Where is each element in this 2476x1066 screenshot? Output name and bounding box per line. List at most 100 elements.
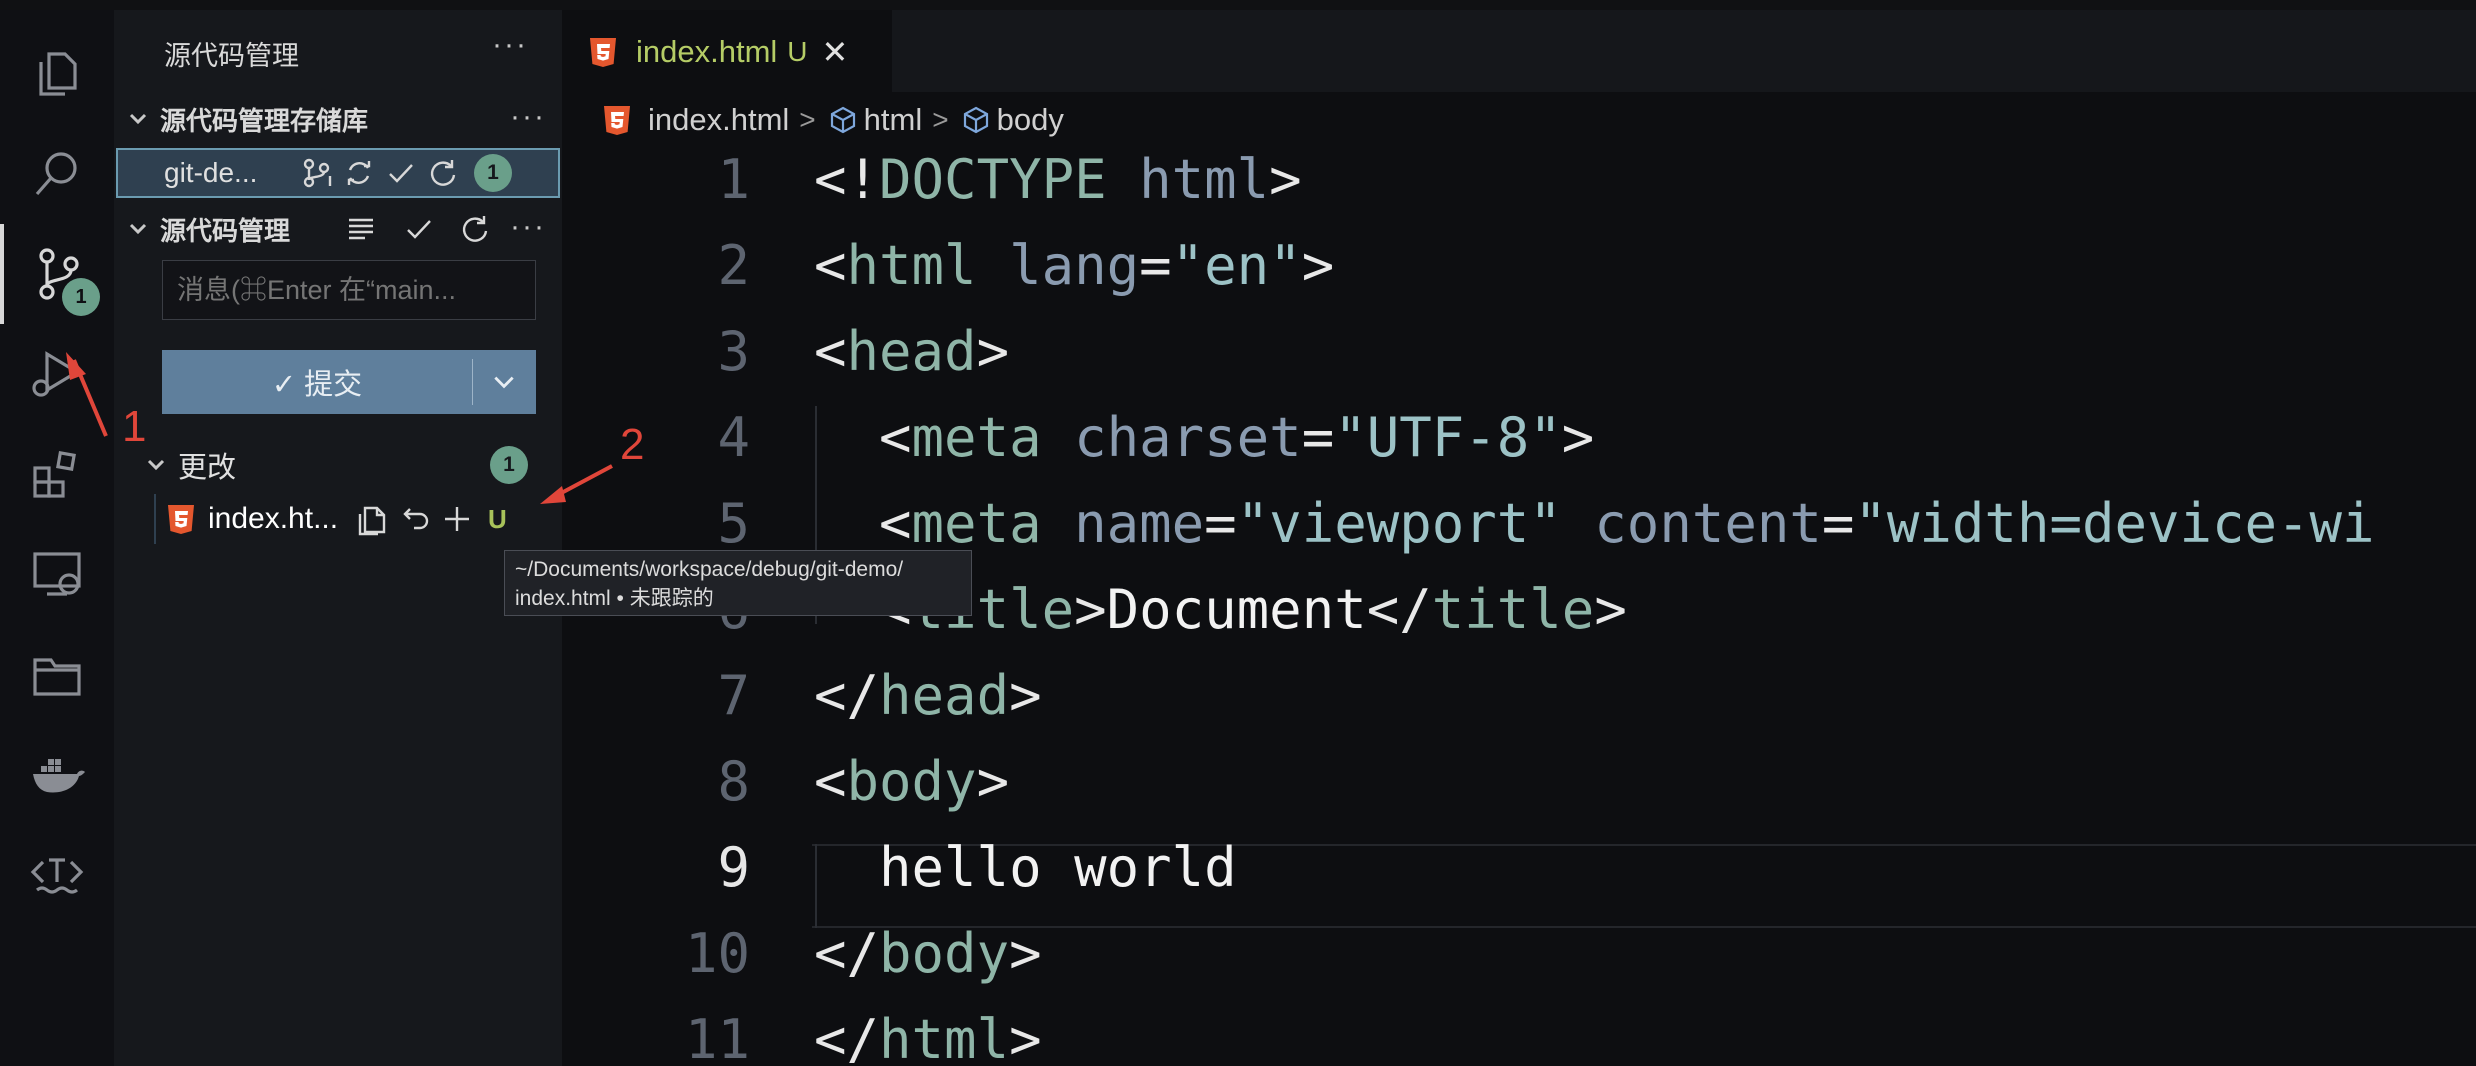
code-token: > xyxy=(1594,578,1627,641)
refresh-icon[interactable] xyxy=(458,212,492,246)
tooltip-path: ~/Documents/workspace/debug/git-demo/ xyxy=(515,558,904,581)
code-line-10: </body> xyxy=(814,922,1042,985)
code-line-9: hello world xyxy=(814,836,1237,899)
scm-more-button[interactable]: ··· xyxy=(510,210,546,244)
code-token: </ xyxy=(814,664,880,727)
discard-changes-icon[interactable] xyxy=(398,502,432,536)
run-debug-activity[interactable] xyxy=(0,324,114,424)
commit-message-input[interactable] xyxy=(162,260,536,320)
code-token: </ xyxy=(1366,578,1432,641)
code-token: > xyxy=(1269,148,1302,211)
code-line-3: <head> xyxy=(814,320,1009,383)
check-icon[interactable] xyxy=(384,156,418,190)
code-token: name xyxy=(1074,492,1205,555)
repositories-more-button[interactable]: ··· xyxy=(510,100,546,134)
tab-status: U xyxy=(787,36,808,67)
remote-explorer-icon xyxy=(33,552,81,596)
breadcrumb-body[interactable]: body xyxy=(997,102,1064,138)
code-token: > xyxy=(976,320,1010,383)
code-token: "viewport" xyxy=(1236,492,1562,555)
chevron-down-icon xyxy=(494,376,514,389)
source-control-activity[interactable]: 1 xyxy=(0,224,114,324)
breadcrumb-file[interactable]: index.html xyxy=(648,102,789,138)
changed-file-row[interactable]: index.ht... U xyxy=(154,494,562,544)
code-token: body xyxy=(846,750,977,813)
line-number: 3 xyxy=(717,320,750,383)
sidebar-more-button[interactable]: ··· xyxy=(492,28,528,62)
code-token: < xyxy=(814,320,847,383)
code-token: = xyxy=(1139,234,1172,297)
branch-icon[interactable] xyxy=(300,156,334,190)
changes-count-badge: 1 xyxy=(490,446,528,484)
template-activity[interactable] xyxy=(0,824,114,924)
commit-check-icon[interactable] xyxy=(402,212,436,246)
code-token: </ xyxy=(814,922,880,985)
symbol-element-icon xyxy=(830,106,855,134)
code-line-4: <meta charset="UTF-8"> xyxy=(814,406,1594,469)
open-file-icon[interactable] xyxy=(356,502,390,536)
tooltip-file-status: index.html • 未跟踪的 xyxy=(515,587,714,610)
code-line-11: </html> xyxy=(814,1008,1042,1066)
code-line-2: <html lang="en"> xyxy=(814,234,1334,297)
view-as-list-icon[interactable] xyxy=(344,212,378,246)
repository-changes-badge: 1 xyxy=(474,154,512,192)
html5-file-icon xyxy=(604,106,630,135)
repositories-section-header[interactable]: 源代码管理存储库 ··· xyxy=(114,96,562,142)
repositories-section-label: 源代码管理存储库 xyxy=(160,105,369,136)
sync-icon[interactable] xyxy=(342,156,376,190)
refresh-icon[interactable] xyxy=(426,156,460,190)
scm-section-label: 源代码管理 xyxy=(160,215,291,246)
code-line-8: <body> xyxy=(814,750,1009,813)
tab-close-button[interactable]: ✕ xyxy=(822,33,849,71)
file-path-tooltip: ~/Documents/workspace/debug/git-demo/ in… xyxy=(504,550,972,616)
repository-row[interactable]: git-de... 1 xyxy=(116,148,560,198)
extensions-icon xyxy=(33,451,76,498)
code-line-7: </head> xyxy=(814,664,1042,727)
folder-activity[interactable] xyxy=(0,624,114,724)
editor-tab-bar: index.html U ✕ xyxy=(562,10,2476,94)
code-token: < xyxy=(814,234,847,297)
code-token: lang xyxy=(1009,234,1140,297)
code-token: "width=device-wi xyxy=(1854,492,2375,555)
chevron-down-icon xyxy=(147,459,165,471)
breadcrumb-html[interactable]: html xyxy=(864,102,923,138)
window-top-strip xyxy=(0,0,2476,10)
remote-explorer-activity[interactable] xyxy=(0,524,114,624)
extensions-activity[interactable] xyxy=(0,424,114,524)
breadcrumb-separator: > xyxy=(799,104,816,135)
line-number: 4 xyxy=(717,406,750,469)
code-token: > xyxy=(1009,1008,1042,1066)
changes-group-label: 更改 xyxy=(178,452,237,484)
commit-button[interactable]: ✓ 提交 xyxy=(162,350,536,414)
code-token: html xyxy=(846,234,977,297)
chevron-down-icon xyxy=(129,113,147,125)
line-number: 10 xyxy=(684,922,750,985)
code-token: head xyxy=(879,664,1010,727)
code-token: = xyxy=(1821,492,1855,555)
search-icon xyxy=(35,152,77,196)
code-token: meta xyxy=(911,492,1042,555)
code-token: head xyxy=(846,320,977,383)
chevron-down-icon xyxy=(129,223,147,235)
line-number: 5 xyxy=(717,492,750,555)
html5-file-icon xyxy=(590,38,616,67)
changes-group-header[interactable]: 更改 1 xyxy=(114,440,562,490)
code-token: > xyxy=(1074,578,1107,641)
scm-section-header[interactable]: 源代码管理 ··· xyxy=(114,206,562,252)
explorer-activity[interactable] xyxy=(0,24,114,124)
commit-dropdown-button[interactable] xyxy=(473,369,535,395)
docker-activity[interactable] xyxy=(0,724,114,824)
search-activity[interactable] xyxy=(0,124,114,224)
code-token: charset xyxy=(1074,406,1302,469)
code-line-5: <meta name="viewport" content="width=dev… xyxy=(814,492,2375,555)
stage-changes-icon[interactable] xyxy=(440,502,474,536)
changed-file-name: index.ht... xyxy=(208,502,339,535)
folder-icon xyxy=(33,658,81,696)
code-token: < xyxy=(814,406,912,469)
tab-index-html[interactable]: index.html U ✕ xyxy=(562,10,892,94)
